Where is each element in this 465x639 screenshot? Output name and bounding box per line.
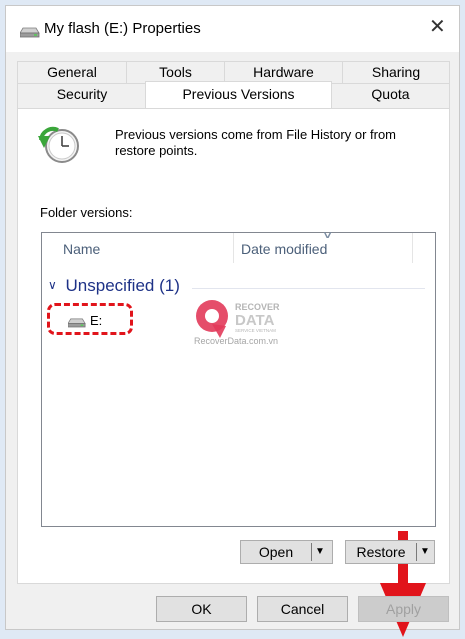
open-dropdown-button[interactable]: ▼ [312,541,332,563]
close-icon: ✕ [429,16,446,38]
tab-quota-label: Quota [371,86,410,102]
tab-security[interactable]: Security [17,83,147,108]
drive-icon [68,318,86,328]
previous-versions-clock-icon [38,126,79,163]
tab-general[interactable]: General [17,61,127,83]
tab-previous-versions-label: Previous Versions [182,86,295,102]
column-date-label: Date modified [241,241,328,257]
cancel-button-label: Cancel [280,601,325,617]
apply-button-label: Apply [385,601,422,617]
drive-icon [20,27,40,38]
tab-tools-label: Tools [159,64,192,80]
tab-security-label: Security [56,86,108,102]
open-button[interactable]: Open ▼ [240,540,333,564]
column-divider[interactable] [233,233,234,263]
group-divider-line [192,288,425,289]
column-header-name[interactable]: Name [63,233,223,265]
tab-hardware-label: Hardware [253,64,314,80]
tab-previous-versions[interactable]: Previous Versions [145,81,332,108]
group-header-unspecified[interactable]: ∨ Unspecified (1) [48,276,180,296]
watermark-line1: RECOVER [235,302,280,312]
watermark-line2: DATA [235,312,275,329]
tab-quota[interactable]: Quota [331,83,450,108]
window-title: My flash (E:) Properties [44,20,201,37]
tab-hardware[interactable]: Hardware [224,61,343,83]
cancel-button[interactable]: Cancel [257,596,348,622]
restore-dropdown-button[interactable]: ▼ [417,541,435,563]
title-bar[interactable]: My flash (E:) Properties ✕ [6,6,459,52]
watermark-line3: SERVICE VIETNAM [235,328,276,333]
group-header-label: Unspecified (1) [65,276,180,295]
column-header-date-modified[interactable]: Date modified [241,233,411,265]
tab-sharing-label: Sharing [371,64,421,80]
ok-button-label: OK [191,601,212,617]
previous-versions-panel: Previous versions come from File History… [17,108,450,637]
close-button[interactable]: ✕ [413,6,459,52]
watermark-url: RecoverData.com.vn [194,336,279,346]
column-divider[interactable] [412,233,413,263]
apply-button[interactable]: Apply [358,596,449,622]
info-text: Previous versions come from File History… [115,127,397,158]
tab-general-label: General [47,64,97,80]
list-item-drive-e[interactable]: E: [90,313,102,328]
dropdown-arrow-icon: ▼ [315,546,325,557]
restore-button-label: Restore [356,544,406,560]
properties-dialog: My flash (E:) Properties ✕ General Tools… [5,5,460,637]
folder-versions-label: Folder versions: [40,205,133,220]
column-name-label: Name [63,241,101,257]
folder-versions-list[interactable]: Name ∨ Date modified ∨ Unspecified (1) E… [41,230,436,527]
tab-sharing[interactable]: Sharing [342,61,450,83]
open-button-label: Open [258,544,294,560]
tab-tools[interactable]: Tools [126,61,225,83]
dropdown-arrow-icon: ▼ [420,546,430,557]
restore-button[interactable]: Restore ▼ [345,540,435,564]
ok-button[interactable]: OK [156,596,247,622]
chevron-down-icon: ∨ [48,278,57,292]
